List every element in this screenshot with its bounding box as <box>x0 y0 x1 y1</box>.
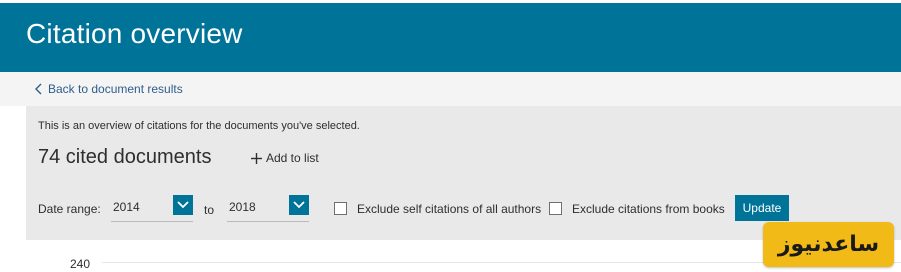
start-year-select[interactable]: 2014 <box>111 195 193 222</box>
exclude-book-citations-label: Exclude citations from books <box>572 202 725 216</box>
add-to-list-label: Add to list <box>266 151 319 165</box>
back-to-results-link[interactable]: Back to document results <box>34 82 183 96</box>
end-year-value: 2018 <box>229 200 256 214</box>
page-header: Citation overview <box>0 3 901 72</box>
page-title: Citation overview <box>26 18 243 49</box>
date-range-label: Date range: <box>38 202 101 216</box>
back-link-label: Back to document results <box>48 82 183 96</box>
plus-icon <box>251 152 262 164</box>
add-to-list-button[interactable]: Add to list <box>250 151 319 165</box>
exclude-self-citations-label: Exclude self citations of all authors <box>357 202 542 216</box>
watermark-text: ساعدنیوز <box>777 232 880 257</box>
chevron-left-icon <box>35 83 42 95</box>
exclude-book-citations-checkbox[interactable] <box>549 202 562 215</box>
start-year-value: 2014 <box>113 200 140 214</box>
y-axis-tick-label: 240 <box>70 257 91 271</box>
exclude-self-citations-checkbox[interactable] <box>334 202 347 215</box>
update-button[interactable]: Update <box>735 195 789 221</box>
chevron-down-icon[interactable] <box>289 195 309 215</box>
overview-intro-text: This is an overview of citations for the… <box>38 120 360 132</box>
watermark-logo: ساعدنیوز <box>763 222 894 267</box>
chevron-down-icon[interactable] <box>173 195 193 215</box>
to-label: to <box>204 203 215 217</box>
cited-documents-count: 74 cited documents <box>38 146 212 168</box>
end-year-select[interactable]: 2018 <box>227 195 309 222</box>
